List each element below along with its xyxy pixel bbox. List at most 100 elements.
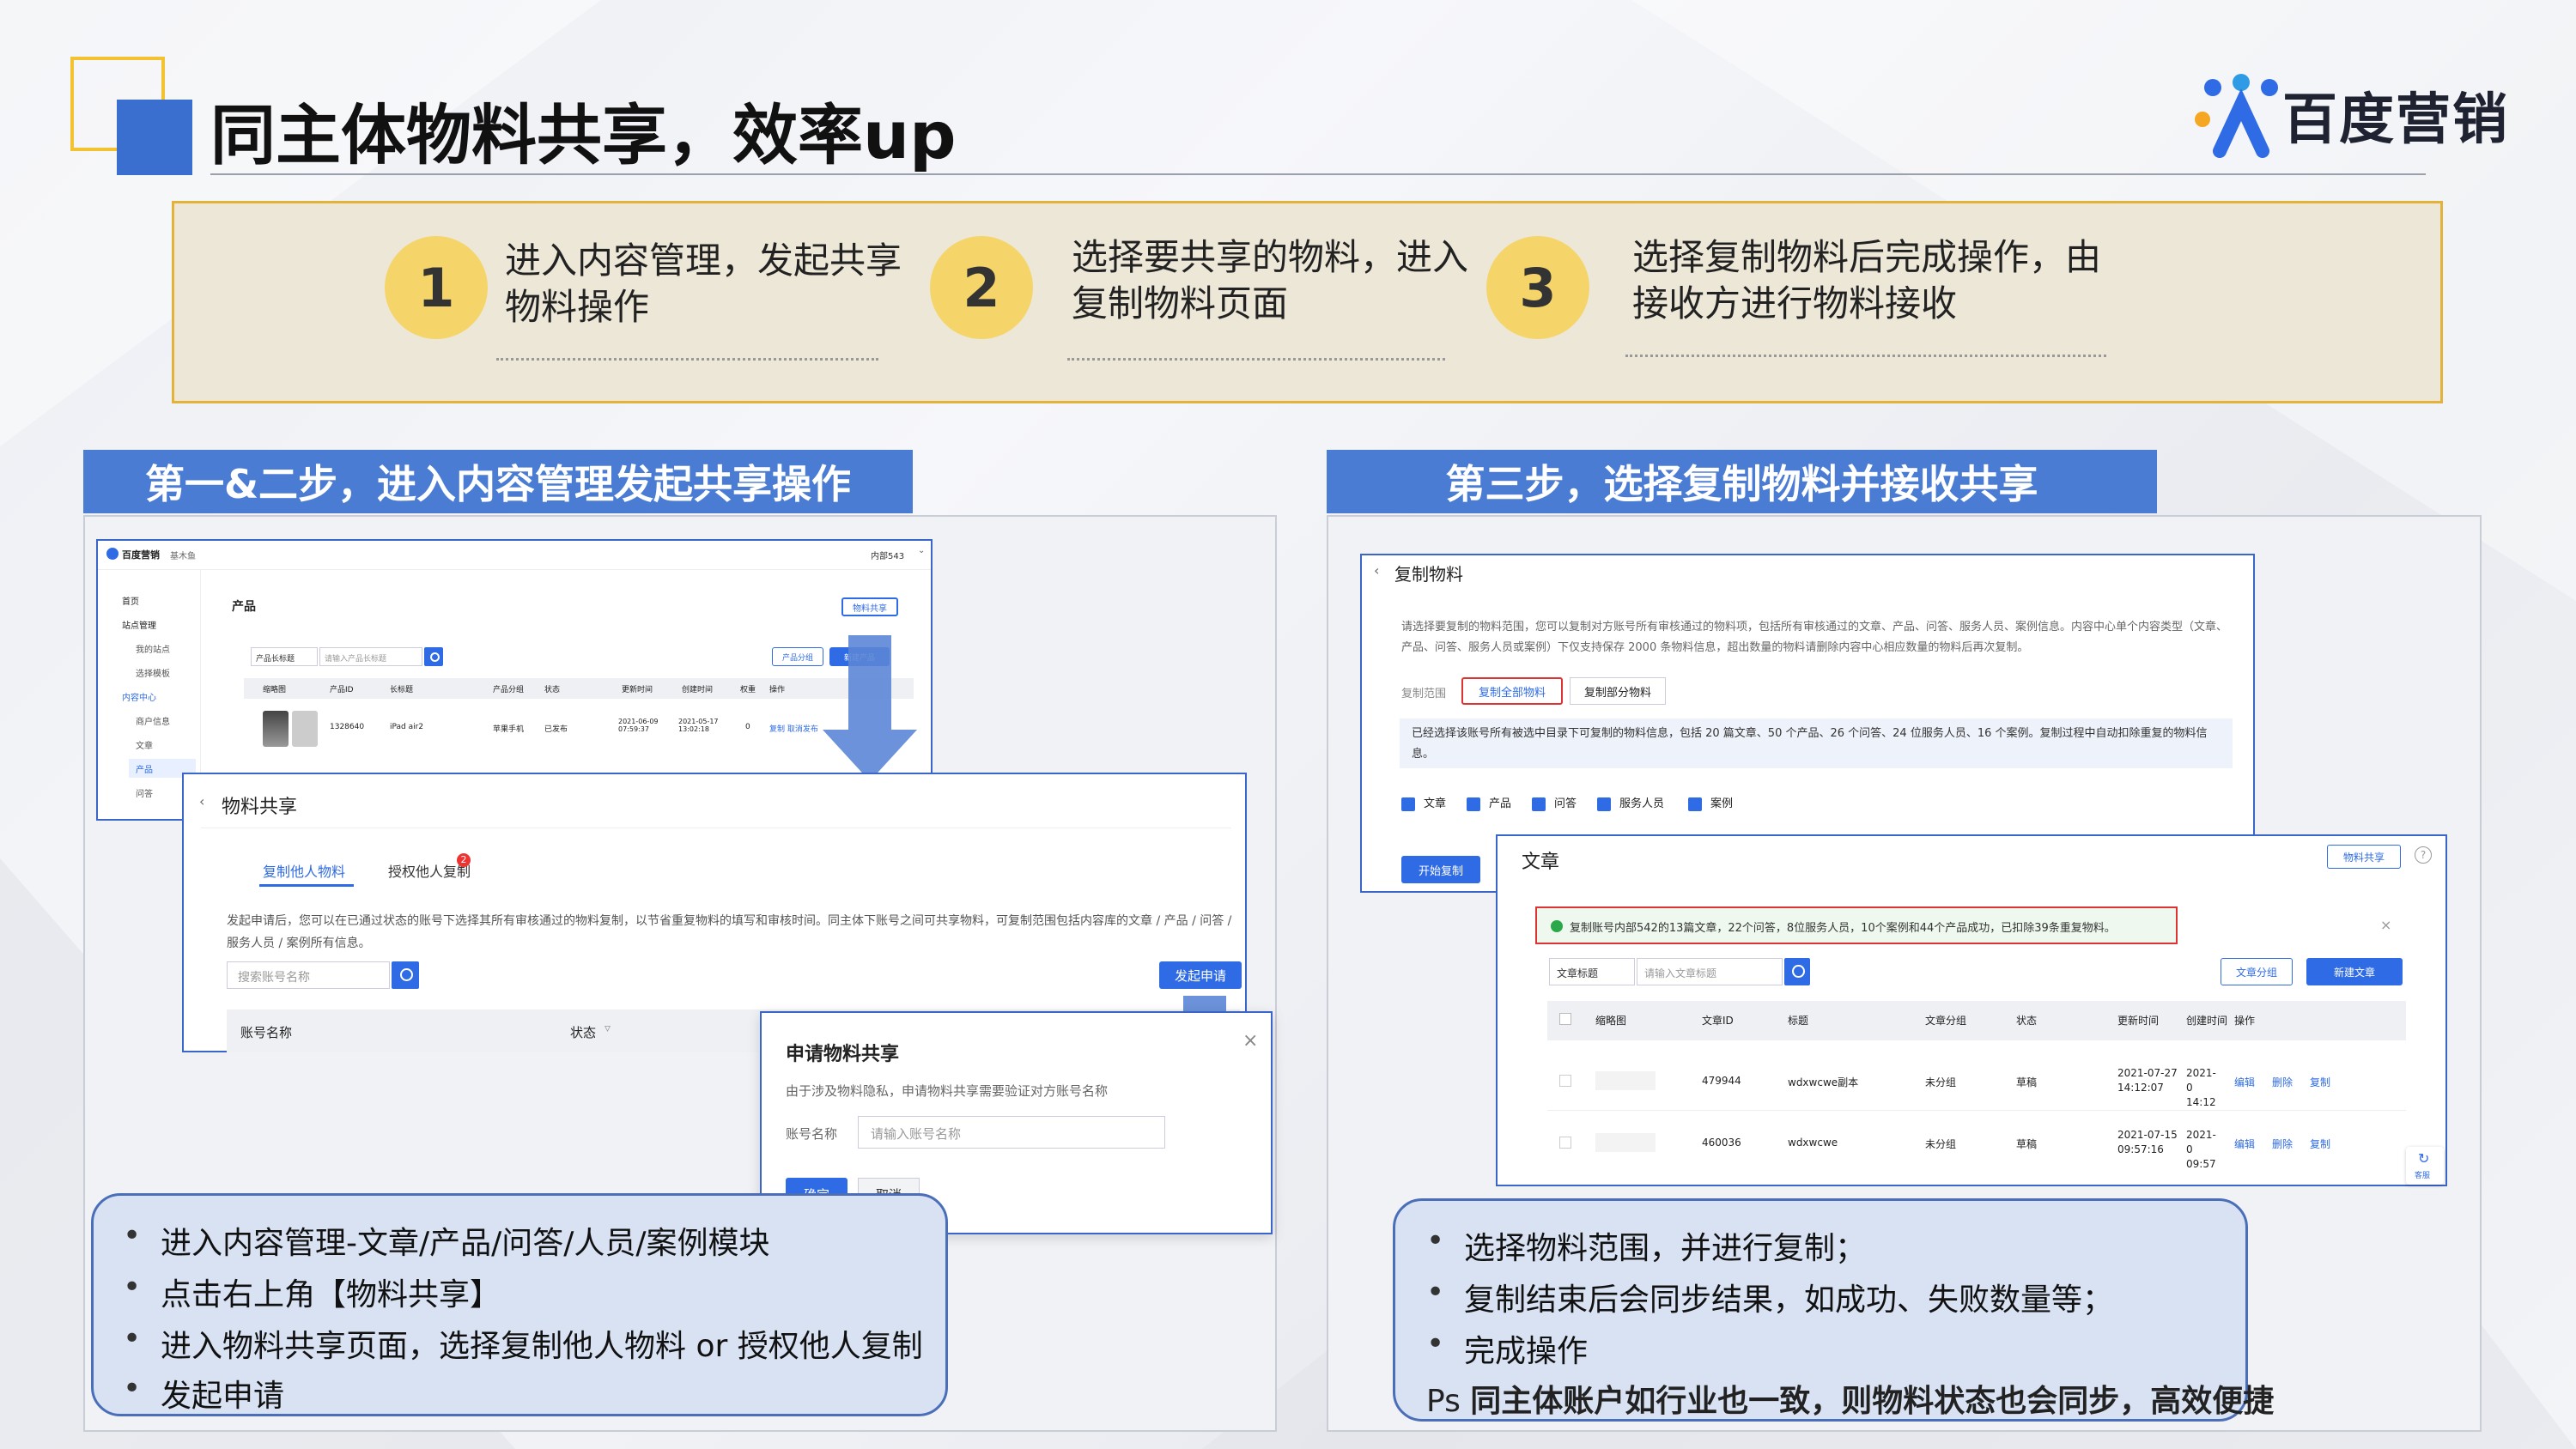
nav-home[interactable]: 首页 (122, 594, 139, 607)
col-status: 状态 (2016, 1015, 2038, 1027)
steps-banner: 1 进入内容管理，发起共享物料操作 2 选择要共享的物料，进入复制物料页面 3 … (172, 201, 2443, 403)
left-bullet-1: 进入内容管理-文章/产品/问答/人员/案例模块 (123, 1218, 769, 1263)
right-section-title: 第三步，选择复制物料并接收共享 (1327, 450, 2157, 513)
material-share-button[interactable]: 物料共享 (2327, 845, 2401, 869)
copy-link[interactable]: 复制 (2310, 1137, 2330, 1151)
nav-merchant[interactable]: 商户信息 (136, 714, 170, 727)
filter-input[interactable]: 请输入产品长标题 (319, 647, 422, 666)
row-group: 苹果手机 (493, 725, 525, 734)
help-icon[interactable]: ? (2415, 846, 2432, 864)
copy-part-button[interactable]: 复制部分物料 (1570, 677, 1666, 705)
row-id: 479944 (1702, 1075, 1741, 1087)
close-icon[interactable]: × (2380, 917, 2391, 933)
copy-range-label: 复制范围 (1401, 688, 1447, 700)
search-icon[interactable] (392, 961, 419, 989)
nav-my-sites[interactable]: 我的站点 (136, 642, 170, 655)
success-check-icon (1551, 920, 1563, 932)
row-actions[interactable]: 复制 取消发布 (769, 723, 818, 734)
row-status: 草稿 (2016, 1076, 2038, 1088)
nav-qa[interactable]: 问答 (136, 786, 153, 799)
account-menu[interactable]: 内部543 (871, 549, 904, 561)
table-row: 460036 wdxwcwe 未分组 草稿 2021-07-15 09:57:1… (1547, 1113, 2406, 1173)
left-section-title: 第一&二步，进入内容管理发起共享操作 (83, 450, 913, 513)
check-articles[interactable]: 文章 (1401, 794, 1446, 811)
delete-link[interactable]: 删除 (2272, 1075, 2293, 1089)
close-icon[interactable]: × (1242, 1030, 1258, 1052)
checkbox-checked-icon (1401, 797, 1415, 811)
tab-copy-others[interactable]: 复制他人物料 (263, 860, 345, 881)
check-qa[interactable]: 问答 (1532, 794, 1577, 811)
article-filter-select[interactable]: 文章标题 (1549, 958, 1635, 985)
filter-icon[interactable]: ▿ (605, 1022, 611, 1035)
copy-success-notice: 复制账号内部542的13篇文章，22个问答，8位服务人员，10个案例和44个产品… (1535, 906, 2178, 944)
select-all-checkbox[interactable] (1559, 1013, 1571, 1025)
refresh-icon: ↻ (2418, 1150, 2430, 1167)
col-group: 文章分组 (1925, 1015, 1967, 1027)
check-products[interactable]: 产品 (1467, 794, 1511, 811)
check-label: 案例 (1710, 797, 1734, 810)
row-checkbox[interactable] (1559, 1075, 1571, 1087)
col-status: 状态 (570, 1025, 597, 1040)
row-id: 460036 (1702, 1137, 1741, 1149)
product-group-button[interactable]: 产品分组 (772, 647, 823, 666)
copy-all-button[interactable]: 复制全部物料 (1461, 677, 1563, 705)
col-group: 产品分组 (493, 686, 525, 694)
left-bullet-2: 点击右上角【物料共享】 (123, 1270, 501, 1314)
copy-link[interactable]: 复制 (2310, 1075, 2330, 1089)
start-copy-button[interactable]: 开始复制 (1401, 856, 1480, 883)
console-brand-sub: 基木鱼 (170, 552, 196, 561)
check-staff[interactable]: 服务人员 (1597, 794, 1664, 811)
checkbox-checked-icon (1532, 797, 1546, 811)
nav-site-manage[interactable]: 站点管理 (122, 618, 156, 631)
search-icon[interactable] (1784, 958, 1810, 985)
row-checkbox[interactable] (1559, 1137, 1571, 1149)
copy-page-title: 复制物料 (1394, 564, 1463, 585)
account-search-input[interactable]: 搜索账号名称 (227, 961, 390, 989)
article-list-window: 文章 物料共享 ? 复制账号内部542的13篇文章，22个问答，8位服务人员，1… (1496, 834, 2447, 1186)
right-bullet-1: 选择物料范围，并进行复制； (1426, 1223, 1866, 1268)
delete-link[interactable]: 删除 (2272, 1137, 2293, 1151)
col-long-title: 长标题 (390, 686, 414, 694)
share-page-description: 发起申请后，您可以在已通过状态的账号下选择其所有审核通过的物料复制，以节省重复物… (227, 914, 1232, 950)
chevron-down-icon: ⌄ (918, 546, 926, 555)
row-created: 2021-05-17 13:02:18 (678, 718, 719, 733)
nav-content-center[interactable]: 内容中心 (122, 690, 156, 703)
material-share-button[interactable]: 物料共享 (841, 597, 898, 616)
edit-link[interactable]: 编辑 (2234, 1075, 2255, 1089)
edit-link[interactable]: 编辑 (2234, 1137, 2255, 1151)
article-group-button[interactable]: 文章分组 (2221, 958, 2293, 985)
col-created: 创建时间 (682, 686, 714, 694)
dialog-field-label: 账号名称 (786, 1126, 838, 1142)
search-icon[interactable] (424, 647, 443, 666)
check-cases[interactable]: 案例 (1688, 794, 1733, 811)
row-thumb-image (1595, 1071, 1656, 1090)
col-actions: 操作 (2234, 1015, 2256, 1027)
tab-active-indicator (259, 884, 354, 887)
customer-service-button[interactable]: ↻ 客服 (2406, 1147, 2444, 1185)
back-chevron-icon[interactable]: ‹ (199, 793, 204, 809)
notice-text: 复制账号内部542的13篇文章，22个问答，8位服务人员，10个案例和44个产品… (1570, 922, 2116, 935)
col-updated: 更新时间 (2117, 1015, 2160, 1027)
left-bullet-box: 进入内容管理-文章/产品/问答/人员/案例模块 点击右上角【物料共享】 进入物料… (91, 1193, 948, 1416)
nav-products[interactable]: 产品 (136, 762, 153, 775)
copy-page-description: 请选择要复制的物料范围，您可以复制对方账号所有审核通过的物料项，包括所有审核通过… (1401, 621, 2228, 654)
console-brand: 百度营销 (122, 549, 160, 561)
account-name-input[interactable]: 请输入账号名称 (858, 1116, 1165, 1149)
copy-info-text: 已经选择该账号所有被选中目录下可复制的物料信息，包括 20 篇文章、50 个产品… (1412, 727, 2208, 761)
new-article-button[interactable]: 新建文章 (2306, 958, 2403, 985)
step-1-text: 进入内容管理，发起共享物料操作 (505, 239, 902, 328)
col-thumb: 缩略图 (1595, 1015, 1627, 1027)
back-chevron-icon[interactable]: ‹ (1374, 562, 1379, 579)
console-page-title: 产品 (232, 600, 256, 614)
step-3-divider (1625, 355, 2106, 357)
col-product-id: 产品ID (330, 686, 354, 694)
row-status: 草稿 (2016, 1138, 2038, 1150)
right-bullet-box: 选择物料范围，并进行复制； 复制结束后会同步结果，如成功、失败数量等； 完成操作… (1393, 1198, 2274, 1422)
col-account-name: 账号名称 (240, 1025, 293, 1040)
apply-button[interactable]: 发起申请 (1159, 961, 1242, 989)
nav-templates[interactable]: 选择模板 (136, 666, 170, 679)
filter-select[interactable]: 产品长标题 (251, 647, 318, 666)
nav-articles[interactable]: 文章 (136, 738, 153, 751)
article-filter-input[interactable]: 请输入文章标题 (1637, 958, 1783, 985)
console-topbar: 百度营销 基木鱼 内部543 ⌄ (98, 541, 931, 570)
